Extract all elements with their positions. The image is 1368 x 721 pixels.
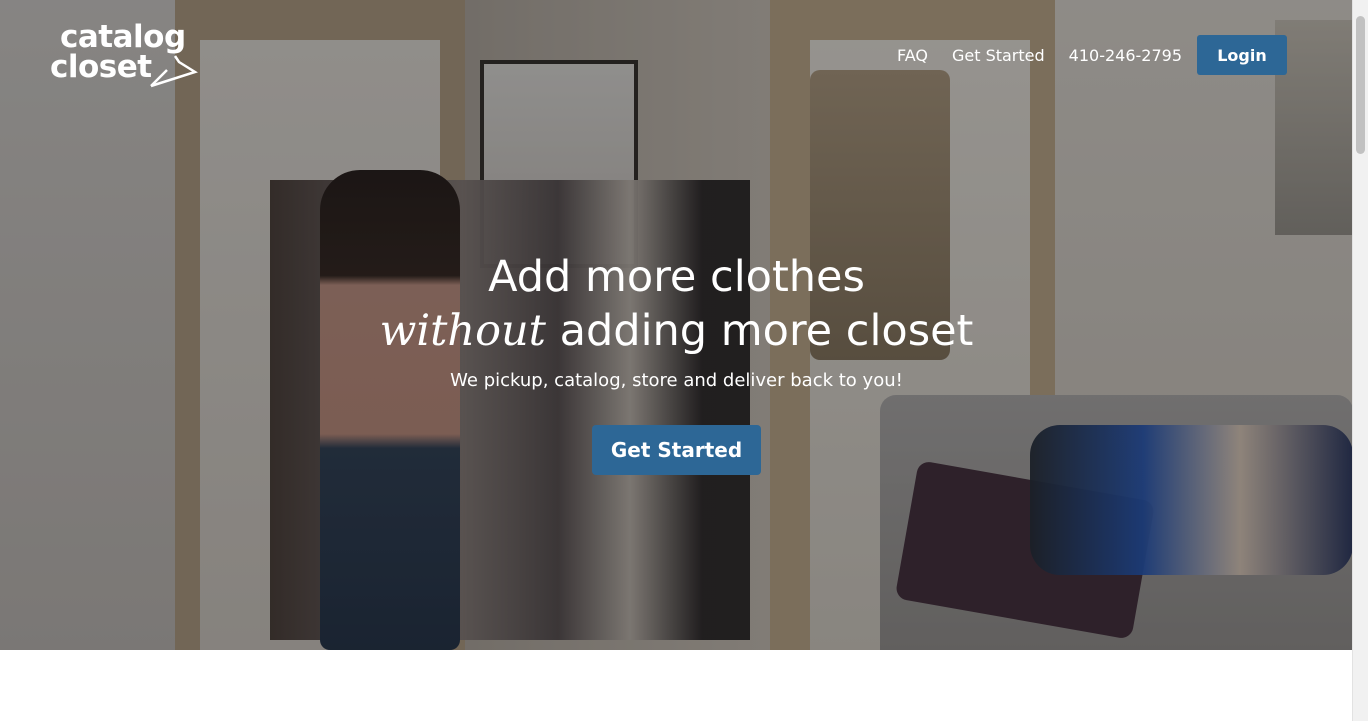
headline-line1: Add more clothes bbox=[488, 252, 865, 302]
nav-faq[interactable]: FAQ bbox=[897, 46, 928, 65]
top-nav: FAQ Get Started 410-246-2795 Login bbox=[873, 35, 1287, 75]
hero-subtext: We pickup, catalog, store and deliver ba… bbox=[450, 370, 903, 391]
hero-section: catalog closet FAQ Get Started 410-246-2… bbox=[0, 0, 1353, 650]
page-scrollbar[interactable] bbox=[1352, 0, 1368, 721]
hero-headline: Add more clothes without adding more clo… bbox=[0, 250, 1353, 358]
headline-line2: adding more closet bbox=[559, 306, 974, 356]
nav-phone[interactable]: 410-246-2795 bbox=[1069, 46, 1182, 65]
get-started-button[interactable]: Get Started bbox=[592, 425, 761, 475]
login-button[interactable]: Login bbox=[1197, 35, 1287, 75]
headline-emphasis: without bbox=[379, 306, 546, 356]
logo-line2: closet bbox=[50, 49, 152, 85]
nav-get-started[interactable]: Get Started bbox=[952, 46, 1045, 65]
scrollbar-thumb[interactable] bbox=[1356, 16, 1365, 154]
site-logo[interactable]: catalog closet bbox=[48, 20, 208, 92]
hanger-icon bbox=[150, 55, 198, 88]
